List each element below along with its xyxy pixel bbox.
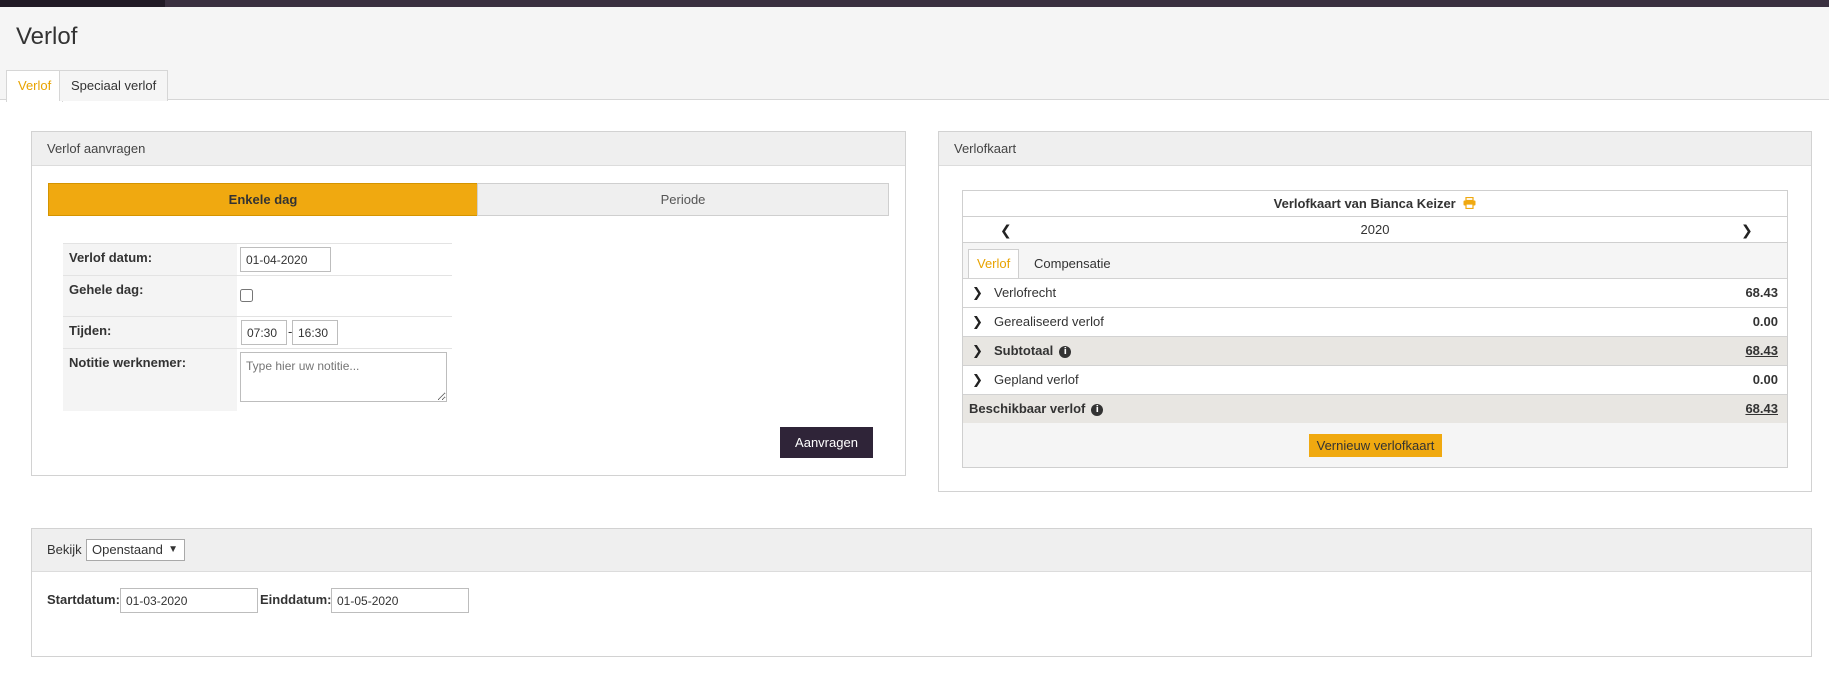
card-title-text: Verlofkaart van Bianca Keizer [1273,196,1456,211]
status-filter-select[interactable]: Openstaand ▼ [86,539,185,561]
page-header: Verlof Verlof Speciaal verlof [0,7,1829,102]
top-bar-accent [0,0,165,7]
row-value: 0.00 [1752,372,1778,387]
mode-period-button[interactable]: Periode [477,183,889,216]
subtotal-row[interactable]: ❯ Subtotaal i 68.43 [963,336,1787,365]
row-label: Verlofrecht [994,285,1057,300]
row-label: Gepland verlof [994,372,1079,387]
end-date-label: Einddatum: [260,592,332,607]
tab-speciaal-verlof[interactable]: Speciaal verlof [59,70,169,101]
time-from-input[interactable] [241,320,287,345]
card-title: Verlofkaart van Bianca Keizer [963,191,1787,217]
time-to-input[interactable] [292,320,338,345]
expand-chevron-icon[interactable]: ❯ [972,308,983,336]
row-value[interactable]: 68.43 [1745,395,1778,423]
expand-chevron-icon[interactable]: ❯ [972,366,983,394]
end-date-input[interactable] [331,588,469,613]
expand-chevron-icon[interactable]: ❯ [972,337,983,365]
chevron-down-icon: ▼ [168,544,178,555]
row-label: Gerealiseerd verlof [994,314,1104,329]
start-date-input[interactable] [120,588,258,613]
row-label: Subtotaal i [994,337,1072,365]
top-bar [0,0,1829,7]
page-title: Verlof [16,23,78,50]
expand-chevron-icon[interactable]: ❯ [972,279,983,307]
info-icon[interactable]: i [1059,345,1072,358]
overview-panel-head [32,529,1811,572]
year-label: 2020 [1360,222,1390,237]
table-row[interactable]: ❯ Verlofrecht 68.43 [963,278,1787,307]
divider [63,275,452,276]
available-row: Beschikbaar verlof i 68.43 [963,394,1787,423]
status-filter-value: Openstaand [92,542,163,557]
tab-verlof[interactable]: Verlof [6,70,64,102]
subtotal-label: Subtotaal [994,343,1054,358]
print-icon[interactable] [1463,192,1476,218]
times-label: Tijden: [69,323,112,338]
info-icon[interactable]: i [1091,403,1104,416]
row-value: 68.43 [1745,285,1778,300]
year-selector: ❮ 2020 ❯ [963,217,1787,243]
whole-day-checkbox[interactable] [240,289,253,302]
start-date-label: Startdatum: [47,592,120,607]
mode-single-day-button[interactable]: Enkele dag [48,183,478,216]
table-row[interactable]: ❯ Gepland verlof 0.00 [963,365,1787,394]
next-year-icon[interactable]: ❯ [1741,217,1753,243]
note-textarea[interactable] [240,352,447,402]
card-tab-compensatie[interactable]: Compensatie [1025,249,1120,279]
note-label: Notitie werknemer: [69,355,187,370]
date-label: Verlof datum: [69,250,153,265]
card-tab-verlof[interactable]: Verlof [968,249,1020,280]
table-row[interactable]: ❯ Gerealiseerd verlof 0.00 [963,307,1787,336]
available-label: Beschikbaar verlof [969,401,1086,416]
row-value[interactable]: 68.43 [1745,337,1778,365]
divider [63,243,452,244]
divider [63,316,452,317]
submit-request-button[interactable]: Aanvragen [780,427,873,458]
view-label: Bekijk [47,542,82,557]
date-input[interactable] [240,247,331,272]
leave-card-panel-title: Verlofkaart [939,132,1811,166]
request-panel-title: Verlof aanvragen [32,132,905,166]
divider [63,348,452,349]
row-label: Beschikbaar verlof i [969,395,1104,423]
previous-year-icon[interactable]: ❮ [1000,217,1012,243]
row-value: 0.00 [1752,314,1778,329]
leave-card: Verlofkaart van Bianca Keizer ❮ 2020 ❯ V… [962,190,1788,468]
whole-day-label: Gehele dag: [69,282,144,297]
refresh-card-button[interactable]: Vernieuw verlofkaart [1309,434,1442,457]
